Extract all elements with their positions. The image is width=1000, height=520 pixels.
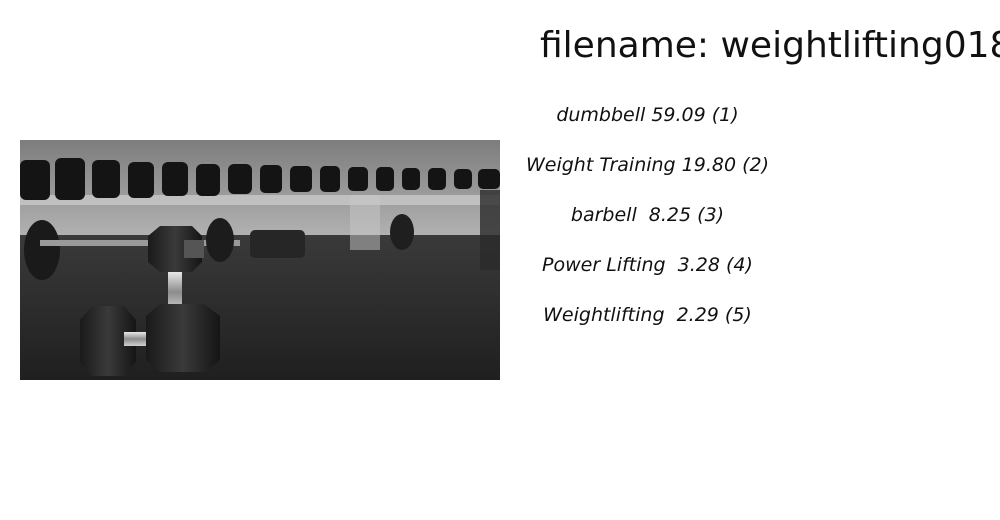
gym-photo	[20, 140, 500, 380]
dumbbells-gym-photo-icon	[20, 140, 500, 380]
prediction-item: Weight Training 19.80 (2)	[525, 154, 770, 176]
prediction-item: Weightlifting 2.29 (5)	[543, 304, 752, 326]
prediction-list: dumbbell 59.09 (1) Weight Training 19.80…	[520, 100, 775, 350]
prediction-item: dumbbell 59.09 (1)	[556, 104, 739, 126]
prediction-item: Power Lifting 3.28 (4)	[542, 254, 753, 276]
page-title: filename: weightlifting0188.jpg	[540, 25, 1000, 66]
prediction-item: barbell 8.25 (3)	[570, 204, 725, 226]
